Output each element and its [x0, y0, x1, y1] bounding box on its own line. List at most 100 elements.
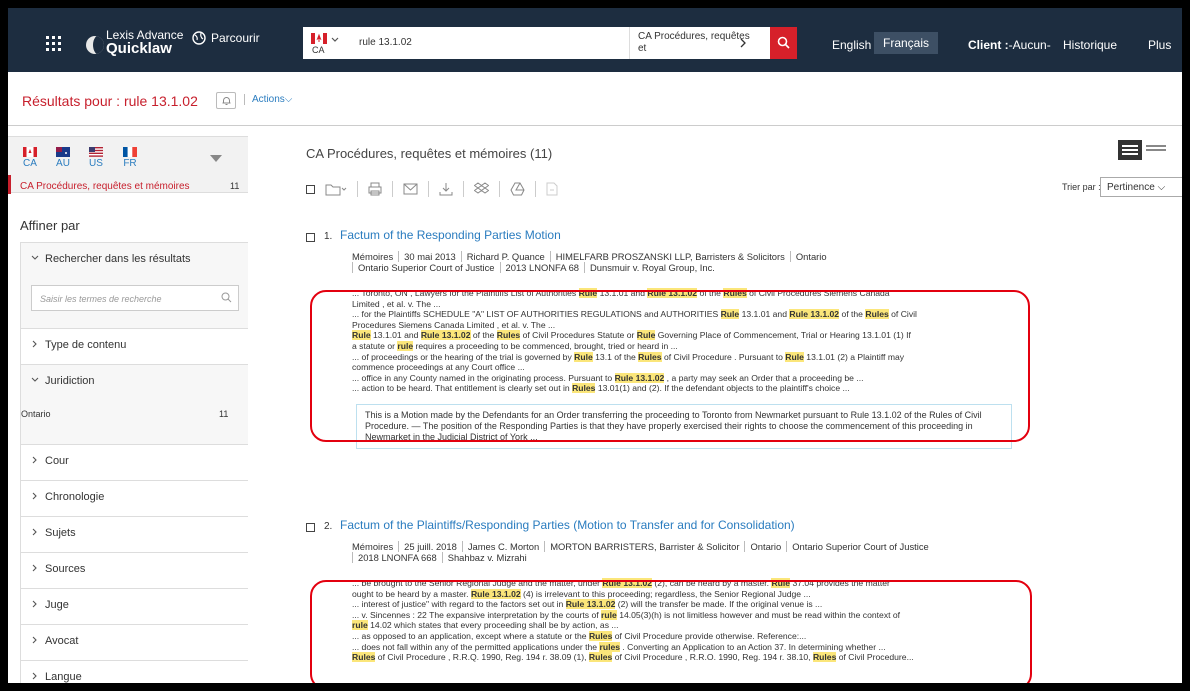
meta-citation: 2013 LNONFA 68 — [499, 262, 585, 273]
facet-language[interactable]: Langue — [21, 661, 248, 683]
globe-icon — [192, 31, 206, 45]
result-checkbox[interactable] — [306, 523, 315, 532]
actions-menu[interactable]: Actions⌵ — [244, 94, 292, 105]
facet-value-count: 11 — [219, 409, 229, 419]
sort-label: Trier par : — [1062, 182, 1101, 192]
source-label: CA Procédures, requêtes et — [638, 31, 750, 54]
facet-jurisdiction[interactable]: Juridiction Ontario 11 — [21, 365, 248, 445]
collection-label[interactable]: CA Procédures, requêtes et mémoires — [20, 181, 190, 192]
chevron-right-icon[interactable] — [740, 38, 747, 48]
meta-author: James C. Morton — [461, 541, 545, 552]
browse-button[interactable]: Parcourir — [192, 31, 260, 45]
facet-label: Juridiction — [45, 375, 95, 387]
bell-icon — [222, 97, 231, 105]
meta-type: Mémoires — [352, 541, 394, 552]
result-header: 1. Factum of the Responding Parties Moti… — [306, 228, 1182, 248]
facet-sources[interactable]: Sources — [21, 553, 248, 589]
meta-case: Dunsmuir v. Royal Group, Inc. — [584, 262, 720, 273]
language-french[interactable]: Français — [874, 32, 939, 54]
facet-value-ontario[interactable]: Ontario — [21, 409, 51, 419]
canada-flag-icon[interactable] — [311, 33, 327, 44]
chevron-right-icon — [32, 456, 37, 464]
active-collection-indicator — [8, 175, 11, 194]
download-icon[interactable] — [439, 182, 453, 196]
result-metadata: Mémoires 30 mai 2013 Richard P. Quance HIME… — [352, 251, 1172, 273]
client-selector[interactable]: Client :-Aucun- — [968, 38, 1051, 52]
more-jurisdictions-arrow-icon[interactable] — [210, 155, 222, 162]
logo-line2: Quicklaw — [106, 40, 172, 57]
chevron-down-icon — [31, 377, 39, 382]
france-flag-icon — [123, 147, 137, 157]
annotation-highlight-box — [310, 290, 1030, 442]
facet-counsel[interactable]: Avocat — [21, 625, 248, 661]
history-link[interactable]: Historique — [1063, 38, 1117, 52]
meta-type: Mémoires — [352, 251, 394, 262]
results-toolbar — [306, 178, 558, 200]
chevron-right-icon — [32, 636, 37, 644]
meta-citation: 2018 LNONFA 668 — [352, 552, 442, 563]
result-number: 2. — [324, 521, 333, 532]
tab-ca-label: CA — [23, 158, 37, 169]
print-icon[interactable] — [368, 182, 382, 196]
result-checkbox[interactable] — [306, 233, 315, 242]
canada-flag-icon — [23, 147, 37, 157]
facet-judge[interactable]: Juge — [21, 589, 248, 625]
search-within-input[interactable]: Saisir les termes de recherche — [31, 285, 239, 311]
alert-button[interactable] — [216, 92, 236, 109]
tab-us-label: US — [89, 158, 103, 169]
meta-jurisdiction: Ontario — [789, 251, 832, 262]
result-title-link[interactable]: Factum of the Responding Parties Motion — [340, 228, 561, 242]
meta-date: 25 juill. 2018 — [398, 541, 462, 552]
chevron-right-icon — [32, 672, 37, 680]
tab-fr-label: FR — [123, 158, 137, 169]
more-link[interactable]: Plus — [1148, 38, 1171, 52]
browse-label: Parcourir — [211, 31, 260, 45]
facet-label: Sources — [45, 563, 86, 575]
meta-date: 30 mai 2013 — [398, 251, 461, 262]
annotation-highlight-box — [310, 580, 1032, 683]
results-title: Résultats pour : rule 13.1.02 — [22, 93, 198, 109]
chevron-right-icon — [32, 340, 37, 348]
lexis-logo-icon — [86, 36, 104, 54]
language-english[interactable]: English — [832, 38, 871, 52]
facet-label: Juge — [45, 599, 69, 611]
meta-author: Richard P. Quance — [460, 251, 550, 262]
select-all-checkbox[interactable] — [306, 184, 315, 194]
meta-court: Ontario Superior Court of Justice — [786, 541, 934, 552]
results-list: CA Procédures, requêtes et mémoires (11)… — [306, 136, 1182, 683]
search-input[interactable]: rule 13.1.02 — [359, 37, 412, 48]
app-window: Lexis Advance Quicklaw Parcourir CA rule… — [8, 8, 1182, 683]
chevron-right-icon — [32, 600, 37, 608]
meta-case: Shahbaz v. Mizrahi — [441, 552, 532, 563]
results-header: Résultats pour : rule 13.1.02 Actions⌵ — [8, 72, 1182, 126]
document-icon[interactable] — [546, 182, 558, 196]
google-drive-icon[interactable] — [510, 182, 525, 196]
meta-court: Ontario Superior Court of Justice — [352, 262, 500, 273]
email-icon[interactable] — [403, 183, 418, 195]
result-header: 2. Factum of the Plaintiffs/Responding P… — [306, 518, 1182, 538]
result-metadata: Mémoires 25 juill. 2018 James C. Morton MOR… — [352, 541, 1172, 563]
facet-search-within[interactable]: Rechercher dans les résultats Saisir les… — [21, 243, 248, 329]
facet-content-type[interactable]: Type de contenu — [21, 329, 248, 365]
dropbox-icon[interactable] — [474, 182, 489, 196]
facet-list: Rechercher dans les résultats Saisir les… — [20, 242, 248, 683]
top-navigation-bar: Lexis Advance Quicklaw Parcourir CA rule… — [8, 8, 1182, 72]
search-icon — [777, 36, 790, 49]
facet-court[interactable]: Cour — [21, 445, 248, 481]
sort-value: Pertinence — [1107, 182, 1155, 193]
tab-fr[interactable]: FR — [110, 147, 150, 169]
search-button[interactable] — [770, 27, 797, 59]
facet-subjects[interactable]: Sujets — [21, 517, 248, 553]
sort-select[interactable]: Pertinence ⌵ — [1100, 177, 1182, 197]
client-label: Client : — [968, 38, 1009, 52]
chevron-right-icon — [32, 564, 37, 572]
result-title-link[interactable]: Factum of the Plaintiffs/Responding Part… — [340, 518, 795, 532]
app-grid-icon[interactable] — [46, 36, 62, 52]
folder-icon[interactable] — [325, 182, 347, 196]
view-toggle-icon[interactable] — [1118, 139, 1178, 161]
facet-label: Rechercher dans les résultats — [45, 253, 191, 265]
search-icon[interactable] — [221, 292, 232, 303]
facet-label: Avocat — [45, 635, 79, 647]
chevron-down-icon[interactable] — [331, 37, 339, 43]
facet-timeline[interactable]: Chronologie — [21, 481, 248, 517]
